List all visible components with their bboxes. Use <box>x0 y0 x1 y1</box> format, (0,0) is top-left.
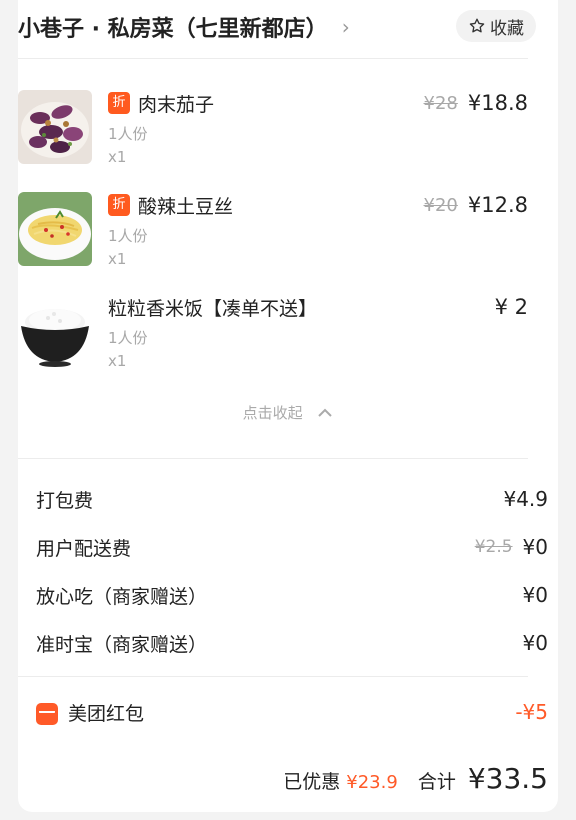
fee-original: ¥2.5 <box>474 537 513 557</box>
item-portion: 1人份 <box>108 227 148 245</box>
store-header[interactable]: 小巷子 · 私房菜（七里新都店） › 收藏 <box>18 10 536 44</box>
item-title: 折 酸辣土豆丝 <box>108 192 233 218</box>
current-price: ¥18.8 <box>467 91 528 115</box>
fee-value: ¥0 <box>522 631 548 655</box>
item-name: 粒粒香米饭【凑单不送】 <box>108 297 318 320</box>
dish-image-rice <box>18 294 92 368</box>
hongbao-row[interactable]: 美团红包 -¥5 <box>36 697 548 727</box>
fee-value: ¥0 <box>522 583 548 607</box>
price-row: ¥ 2 <box>495 294 528 320</box>
item-quantity: x1 <box>108 352 127 370</box>
fee-row-packaging: 打包费 ¥4.9 <box>36 484 548 514</box>
chevron-right-icon[interactable]: › <box>342 17 350 37</box>
original-price: ¥28 <box>423 92 458 114</box>
dish-image-potato <box>18 192 92 266</box>
collapse-toggle[interactable]: 点击收起 <box>0 402 576 423</box>
fee-row-on-time: 准时宝（商家赠送） ¥0 <box>36 628 548 658</box>
divider <box>18 58 528 59</box>
fee-label: 准时宝（商家赠送） <box>36 633 208 656</box>
order-summary: 已优惠 ¥23.9 合计 ¥33.5 <box>283 762 548 795</box>
red-envelope-icon <box>36 703 58 725</box>
favorite-label: 收藏 <box>490 18 524 39</box>
item-title: 折 肉末茄子 <box>108 90 214 116</box>
fee-value: ¥0 <box>522 535 548 559</box>
saved-label: 已优惠 <box>283 771 341 793</box>
item-portion: 1人份 <box>108 329 148 347</box>
price-row: ¥28 ¥18.8 <box>424 90 528 116</box>
divider <box>18 676 528 677</box>
item-name: 肉末茄子 <box>138 93 215 116</box>
current-price: ¥ 2 <box>494 295 528 319</box>
list-item[interactable]: 折 酸辣土豆丝 1人份 x1 ¥20 ¥12.8 <box>18 192 528 272</box>
discount-badge: 折 <box>108 194 130 216</box>
discount-badge: 折 <box>108 92 130 114</box>
current-price: ¥12.8 <box>467 193 528 217</box>
saved-value: ¥23.9 <box>346 772 398 793</box>
item-title: 粒粒香米饭【凑单不送】 <box>108 294 317 320</box>
item-name: 酸辣土豆丝 <box>138 195 234 218</box>
collapse-label: 点击收起 <box>242 404 303 422</box>
store-name[interactable]: 小巷子 · 私房菜（七里新都店） <box>18 11 328 43</box>
fee-label: 用户配送费 <box>36 537 132 560</box>
favorite-button[interactable]: 收藏 <box>456 10 536 42</box>
dish-image-eggplant <box>18 90 92 164</box>
total-label: 合计 <box>417 771 456 793</box>
item-quantity: x1 <box>108 148 127 166</box>
fee-row-food-safety: 放心吃（商家赠送） ¥0 <box>36 580 548 610</box>
original-price: ¥20 <box>423 194 458 216</box>
fee-value: ¥4.9 <box>503 487 548 511</box>
price-row: ¥20 ¥12.8 <box>424 192 528 218</box>
total-value: ¥33.5 <box>467 762 548 795</box>
fee-label: 放心吃（商家赠送） <box>36 585 208 608</box>
chevron-up-icon <box>317 404 333 422</box>
fee-label: 打包费 <box>36 489 94 512</box>
item-portion: 1人份 <box>108 125 148 143</box>
star-outline-icon <box>469 18 485 33</box>
item-quantity: x1 <box>108 250 127 268</box>
hongbao-label: 美团红包 <box>68 702 145 725</box>
fee-row-delivery: 用户配送费 ¥2.5 ¥0 <box>36 532 548 562</box>
divider <box>18 458 528 459</box>
hongbao-label-group: 美团红包 <box>36 699 144 726</box>
list-item[interactable]: 粒粒香米饭【凑单不送】 1人份 x1 ¥ 2 <box>18 294 528 374</box>
list-item[interactable]: 折 肉末茄子 1人份 x1 ¥28 ¥18.8 <box>18 90 528 170</box>
hongbao-value: -¥5 <box>515 700 548 724</box>
